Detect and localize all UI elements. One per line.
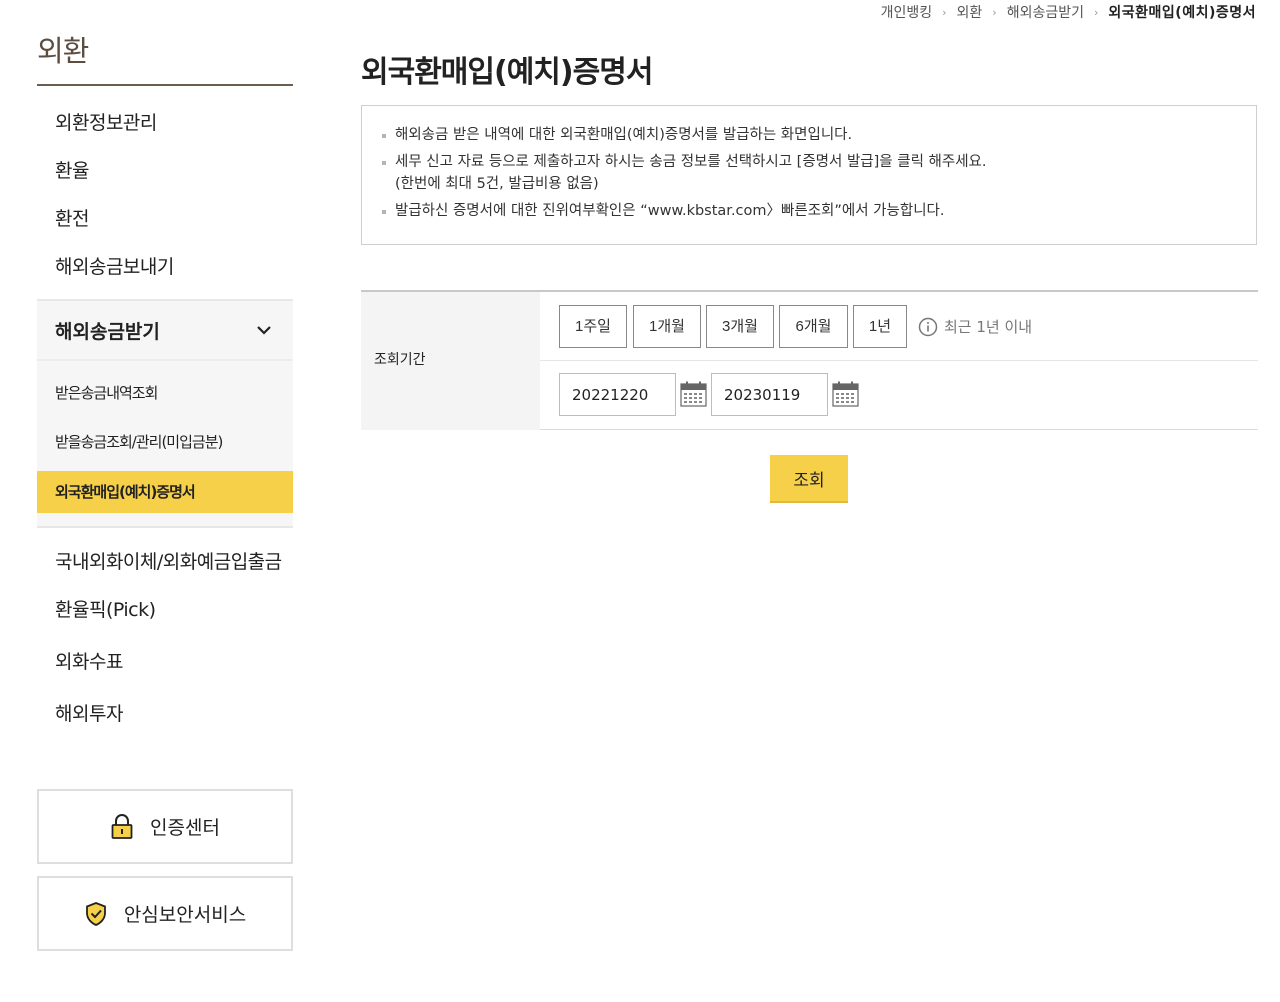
start-date-input[interactable] xyxy=(559,373,676,416)
query-period-label: 조회기간 xyxy=(361,292,540,430)
security-service-button[interactable]: 안심보안서비스 xyxy=(37,876,293,951)
sidebar-subitem-pending-remittance[interactable]: 받을송금조회/관리(미입금분) xyxy=(37,418,293,467)
sidebar-item-fx-check[interactable]: 외화수표 xyxy=(37,644,293,696)
sidebar-item-exchange-rate[interactable]: 환율 xyxy=(37,147,293,195)
page-title: 외국환매입(예치)증명서 xyxy=(361,55,653,90)
sidebar-subitem-certificate[interactable]: 외국환매입(예치)증명서 xyxy=(37,471,293,513)
info-item: 해외송금 받은 내역에 대한 외국환매입(예치)증명서를 발급하는 화면입니다. xyxy=(382,124,1236,146)
sidebar-item-fx-info[interactable]: 외환정보관리 xyxy=(37,99,293,147)
breadcrumb-separator-icon: › xyxy=(992,5,997,19)
date-range-row xyxy=(540,361,1258,430)
auth-center-button[interactable]: 인증센터 xyxy=(37,789,293,864)
info-item: 발급하신 증명서에 대한 진위여부확인은 “www.kbstar.com〉빠른조… xyxy=(382,200,1236,222)
period-1year-button[interactable]: 1년 xyxy=(853,305,907,348)
sidebar-group-receive-remittance: 해외송금받기 받은송금내역조회 받을송금조회/관리(미입금분) 외국환매입(예치… xyxy=(37,299,293,528)
end-date-input[interactable] xyxy=(711,373,828,416)
breadcrumb: 개인뱅킹 › 외환 › 해외송금받기 › 외국환매입(예치)증명서 xyxy=(881,2,1256,22)
sidebar-submenu: 받은송금내역조회 받을송금조회/관리(미입금분) 외국환매입(예치)증명서 xyxy=(37,361,293,513)
breadcrumb-separator-icon: › xyxy=(1093,5,1099,19)
breadcrumb-current: 외국환매입(예치)증명서 xyxy=(1108,5,1256,21)
sidebar-divider xyxy=(37,84,293,86)
calendar-icon[interactable] xyxy=(680,381,707,407)
sidebar-group-header[interactable]: 해외송금받기 xyxy=(37,301,293,361)
period-hint-text: 최근 1년 이내 xyxy=(944,318,1033,336)
period-6month-button[interactable]: 6개월 xyxy=(779,305,848,348)
sidebar-menu: 외환정보관리 환율 환전 해외송금보내기 xyxy=(37,99,293,291)
breadcrumb-separator-icon: › xyxy=(942,5,947,19)
info-item-text: 세무 신고 자료 등으로 제출하고자 하시는 송금 정보를 선택하시고 [증명서… xyxy=(395,154,987,170)
info-item: 세무 신고 자료 등으로 제출하고자 하시는 송금 정보를 선택하시고 [증명서… xyxy=(382,151,1236,195)
info-list: 해외송금 받은 내역에 대한 외국환매입(예치)증명서를 발급하는 화면입니다.… xyxy=(382,124,1236,222)
info-box: 해외송금 받은 내역에 대한 외국환매입(예치)증명서를 발급하는 화면입니다.… xyxy=(361,105,1257,245)
calendar-icon[interactable] xyxy=(832,381,859,407)
sidebar-title: 외환 xyxy=(37,34,89,68)
info-item-subtext: (한번에 최대 5건, 발급비용 없음) xyxy=(395,176,599,192)
sidebar-item-domestic-transfer[interactable]: 국내외화이체/외화예금입출금 xyxy=(37,544,293,592)
period-1week-button[interactable]: 1주일 xyxy=(559,305,627,348)
period-3month-button[interactable]: 3개월 xyxy=(706,305,774,348)
sidebar-group-label: 해외송금받기 xyxy=(55,320,160,343)
sidebar-item-send-remittance[interactable]: 해외송금보내기 xyxy=(37,243,293,291)
info-icon xyxy=(918,317,938,336)
period-buttons-row: 1주일 1개월 3개월 6개월 1년 최근 1년 이내 xyxy=(540,292,1258,361)
query-form: 조회기간 1주일 1개월 3개월 6개월 1년 최근 1년 이내 xyxy=(361,290,1258,430)
sidebar-item-rate-pick[interactable]: 환율픽(Pick) xyxy=(37,592,293,644)
security-service-label: 안심보안서비스 xyxy=(123,904,247,926)
shield-check-icon xyxy=(85,901,106,926)
auth-center-label: 인증센터 xyxy=(150,817,220,839)
breadcrumb-item-receive[interactable]: 해외송금받기 xyxy=(1007,2,1084,22)
breadcrumb-item-fx[interactable]: 외환 xyxy=(957,2,983,22)
period-hint: 최근 1년 이내 xyxy=(918,316,1032,337)
period-1month-button[interactable]: 1개월 xyxy=(633,305,701,348)
sidebar-menu-lower: 국내외화이체/외화예금입출금 환율픽(Pick) 외화수표 해외투자 xyxy=(37,544,293,748)
chevron-down-icon xyxy=(257,326,271,335)
sidebar-item-overseas-invest[interactable]: 해외투자 xyxy=(37,696,293,748)
search-button[interactable]: 조회 xyxy=(770,455,848,503)
sidebar-subitem-received-history[interactable]: 받은송금내역조회 xyxy=(37,369,293,418)
sidebar-item-currency-exchange[interactable]: 환전 xyxy=(37,195,293,243)
lock-icon xyxy=(111,813,133,839)
breadcrumb-item-personal[interactable]: 개인뱅킹 xyxy=(881,2,933,22)
